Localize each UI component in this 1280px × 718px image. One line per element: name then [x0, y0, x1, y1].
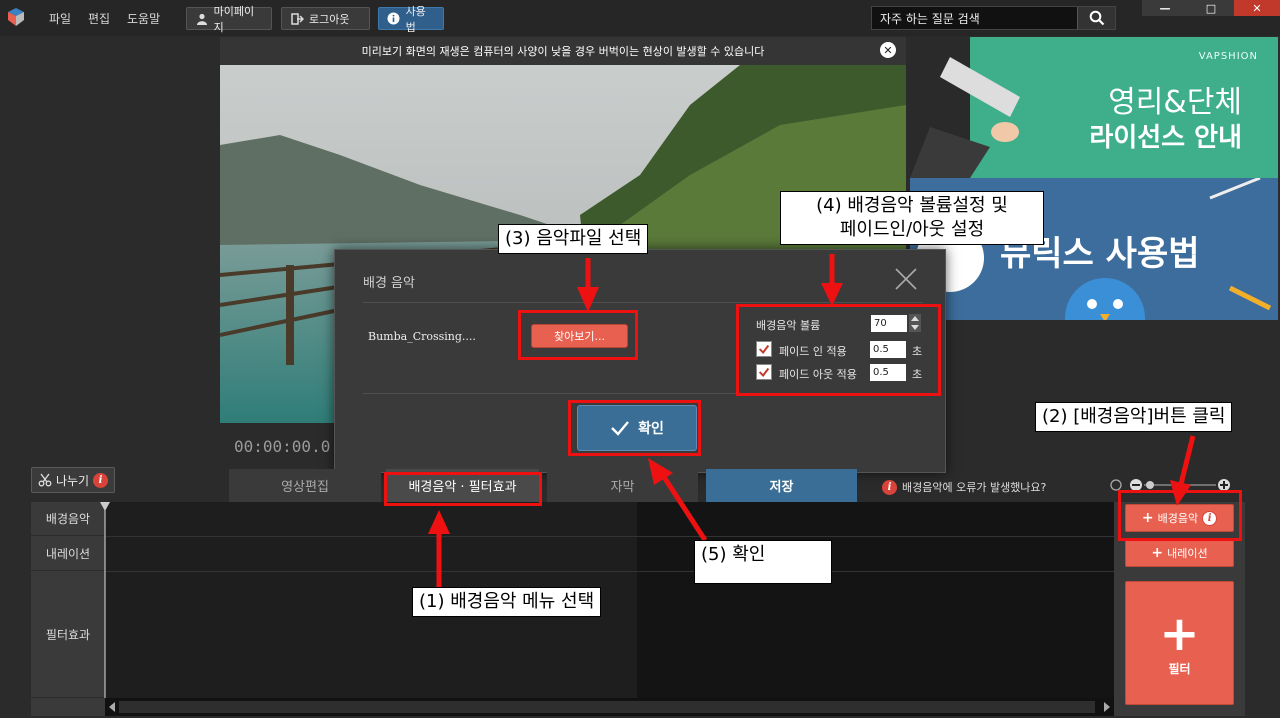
playhead[interactable]: [99, 502, 111, 698]
split-label: 나누기: [55, 473, 90, 488]
menu-help[interactable]: 도움말: [127, 10, 160, 27]
track-label-filter: 필터효과: [31, 571, 105, 698]
search-icon: [1089, 10, 1104, 26]
logout-button[interactable]: 로그아웃: [281, 7, 370, 30]
selected-file-name: Bumba_Crossing....: [368, 330, 476, 343]
track-label-bgm: 배경음악: [31, 502, 105, 536]
logout-icon: [290, 12, 304, 26]
bgm-error-help-text: 배경음악에 오류가 발생했나요?: [902, 481, 1047, 494]
ad-brand: VAPSHION: [1198, 51, 1258, 62]
scissors-icon: [38, 473, 52, 487]
guide-button[interactable]: 사용법: [378, 5, 444, 34]
plus-icon: +: [1151, 545, 1164, 561]
license-ad-banner[interactable]: VAPSHION 영리&단체 라이선스 안내: [910, 37, 1278, 178]
annotation-step3: (3) 음악파일 선택: [498, 224, 649, 254]
error-info-icon: i: [882, 479, 897, 495]
zoom-handle[interactable]: [1146, 481, 1154, 489]
user-icon: [195, 12, 209, 26]
menu-edit[interactable]: 편집: [88, 10, 110, 27]
top-bar: 파일 편집 도움말 마이페이지 로그아웃 사용법 — □ ✕: [0, 0, 1280, 36]
scroll-left-icon[interactable]: [108, 702, 116, 712]
annotation-step5: (5) 확인: [694, 540, 832, 584]
dialog-title: 배경 음악: [363, 276, 415, 291]
tab-subtitle[interactable]: 자막: [547, 469, 698, 502]
businessperson-illustration: [910, 37, 1020, 178]
add-filter-button[interactable]: + 필터: [1125, 581, 1234, 705]
split-button[interactable]: 나누기 i: [31, 467, 115, 493]
zoom-search-icon: [1110, 479, 1122, 491]
dialog-divider-top: [363, 302, 923, 303]
menu-file[interactable]: 파일: [49, 10, 71, 27]
add-narration-button[interactable]: + 내레이션: [1125, 539, 1234, 567]
track-divider: [105, 571, 1114, 572]
annotation-step2: (2) [배경음악]버튼 클릭: [1035, 402, 1233, 432]
maximize-icon: □: [1205, 1, 1217, 15]
add-narration-label: 내레이션: [1167, 547, 1208, 560]
logout-label: 로그아웃: [309, 12, 350, 26]
annotation-step4: (4) 배경음악 볼륨설정 및 페이드인/아웃 설정: [780, 191, 1044, 245]
scroll-right-icon[interactable]: [1103, 702, 1111, 712]
add-filter-label: 필터: [1168, 662, 1191, 676]
timeline-empty-area[interactable]: [637, 502, 1114, 698]
track-label-narration: 내레이션: [31, 536, 105, 571]
annotation-box-volume: [736, 304, 941, 396]
annotation-box-browse: [518, 310, 638, 360]
timeline-scrollbar-thumb[interactable]: [119, 701, 1095, 713]
mypage-label: 마이페이지: [213, 4, 255, 34]
guide-label: 사용법: [405, 4, 426, 34]
split-info-icon[interactable]: i: [93, 472, 109, 488]
annotation-box-bgm-tab: [384, 472, 542, 506]
app-logo-icon: [8, 8, 24, 26]
plus-icon: +: [1159, 606, 1200, 662]
tab-save[interactable]: 저장: [706, 469, 857, 502]
faq-search-input[interactable]: [872, 7, 1077, 29]
annotation-step1: (1) 배경음악 메뉴 선택: [412, 587, 602, 617]
ad-title-line1: 영리&단체: [1108, 85, 1242, 120]
search-button[interactable]: [1077, 7, 1115, 29]
minimize-button[interactable]: —: [1142, 0, 1188, 16]
close-icon: ✕: [1252, 1, 1262, 15]
close-window-button[interactable]: ✕: [1234, 0, 1280, 16]
preview-warning-text: 미리보기 화면의 재생은 컴퓨터의 사양이 낮을 경우 버벅이는 현상이 발생할…: [361, 45, 765, 58]
minimize-icon: —: [1159, 1, 1171, 15]
annotation-box-bgm-button: [1118, 490, 1242, 541]
mypage-button[interactable]: 마이페이지: [186, 5, 272, 34]
ad-title-line2: 라이선스 안내: [1089, 123, 1242, 153]
timecode: 00:00:00.0: [234, 437, 331, 456]
annotation-step4-line2: 페이드인/아웃 설정: [839, 219, 985, 240]
info-icon: [387, 12, 401, 26]
bgm-error-help-link[interactable]: i 배경음악에 오류가 발생했나요?: [882, 479, 1046, 495]
timeline-scrollbar[interactable]: [105, 698, 1114, 716]
annotation-step4-line1: (4) 배경음악 볼륨설정 및: [816, 195, 1008, 216]
preview-warning-close-button[interactable]: ✕: [880, 42, 896, 58]
preview-warning: 미리보기 화면의 재생은 컴퓨터의 사양이 낮을 경우 버벅이는 현상이 발생할…: [220, 37, 906, 65]
annotation-box-confirm: [568, 400, 701, 456]
track-divider: [105, 536, 1114, 537]
maximize-button[interactable]: □: [1188, 0, 1234, 16]
faq-search: [871, 6, 1116, 30]
tab-video-edit[interactable]: 영상편집: [229, 469, 381, 502]
timeline-track-labels: 배경음악 내레이션 필터효과: [31, 502, 105, 716]
dialog-close-icon[interactable]: [893, 266, 919, 292]
